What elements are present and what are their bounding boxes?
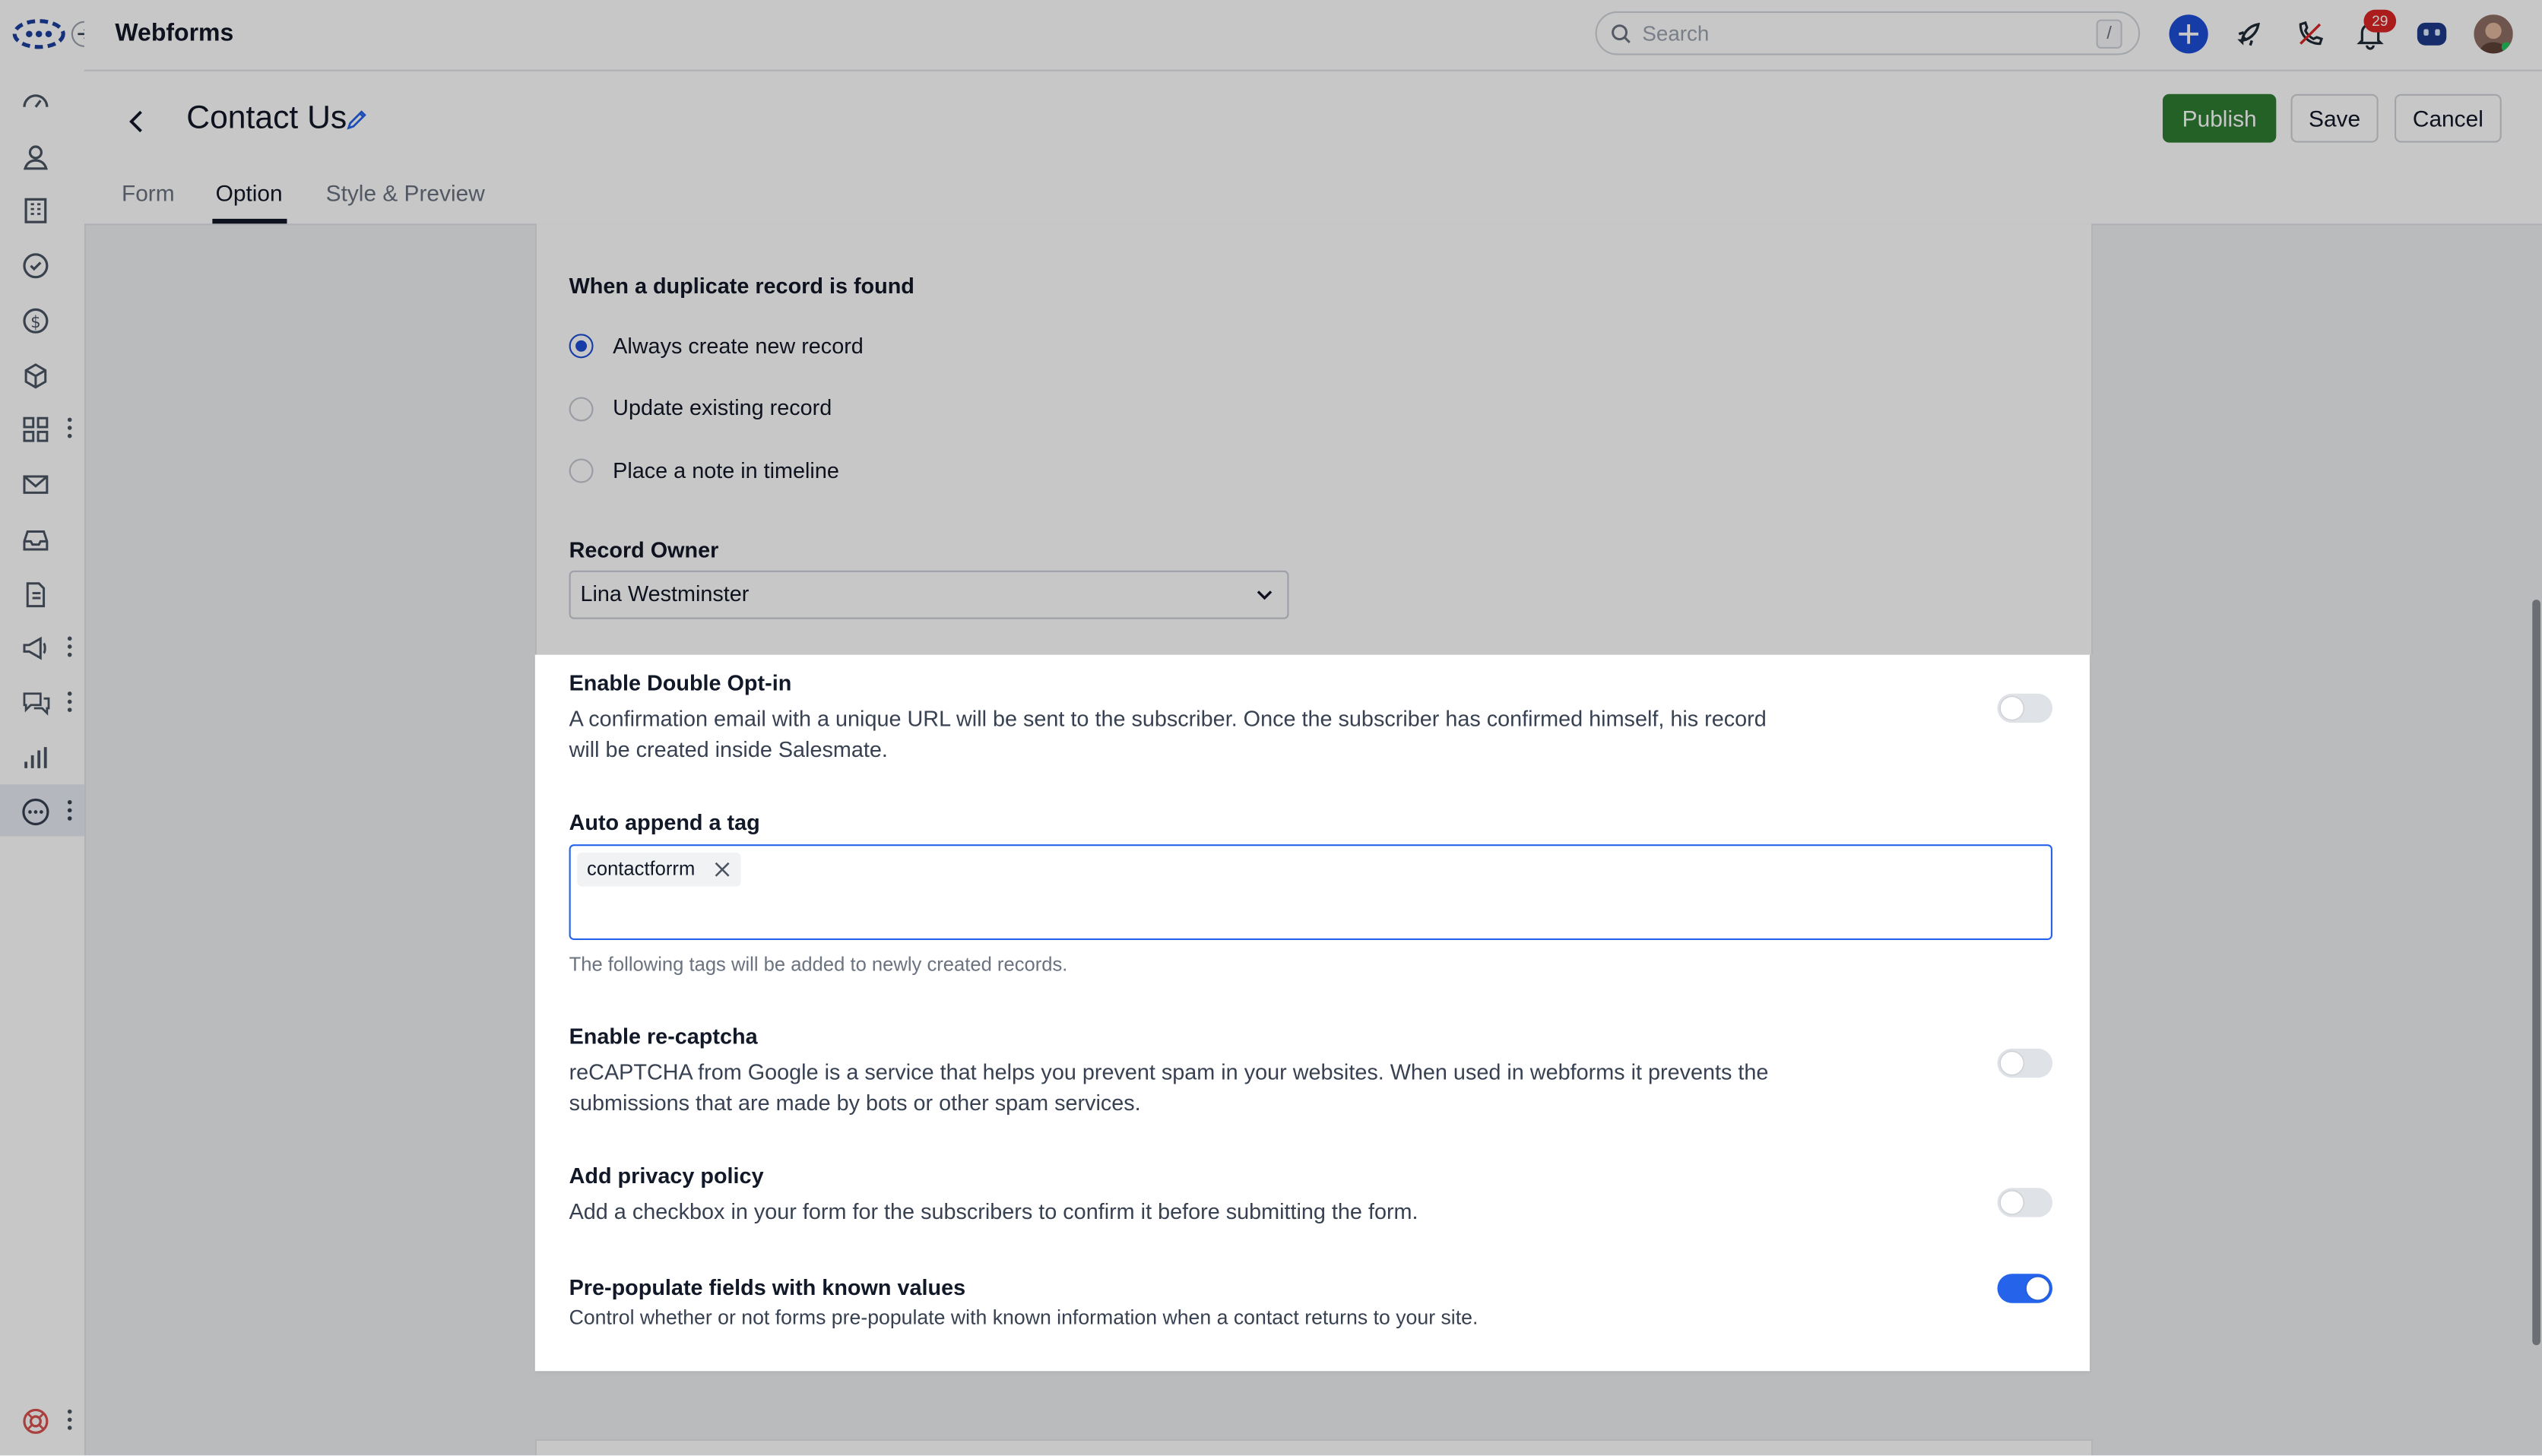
radio-always-create[interactable]: [569, 334, 594, 359]
prepopulate-description: Control whether or not forms pre-populat…: [569, 1306, 1479, 1329]
sidebar-item-products[interactable]: [0, 349, 84, 400]
sidebar-item-contacts[interactable]: [0, 130, 84, 182]
duplicate-heading: When a duplicate record is found: [569, 274, 914, 299]
radio-update-existing[interactable]: [569, 397, 594, 422]
more-icon: [22, 798, 49, 826]
double-optin-description: A confirmation email with a unique URL w…: [569, 706, 1767, 762]
contacts-icon: [23, 145, 48, 170]
close-icon[interactable]: [713, 860, 731, 878]
search-icon: [1612, 24, 1631, 43]
help-icon: [23, 1408, 49, 1434]
back-arrow-icon[interactable]: [120, 106, 153, 138]
logo-icon[interactable]: [11, 16, 67, 52]
tag-input[interactable]: contactforrm: [569, 844, 2052, 940]
more-vertical-icon[interactable]: [65, 635, 74, 658]
search-shortcut: /: [2096, 19, 2122, 49]
svg-text:$: $: [30, 313, 41, 332]
privacy-title: Add privacy policy: [569, 1163, 764, 1189]
email-icon: [23, 475, 49, 494]
more-vertical-icon[interactable]: [65, 691, 74, 714]
prepopulate-toggle[interactable]: [1997, 1274, 2052, 1303]
sidebar-item-more[interactable]: [0, 784, 84, 837]
rocket-icon[interactable]: [2231, 14, 2270, 53]
settings-panel: Enable Double Opt-in A confirmation emai…: [534, 654, 2090, 1372]
assistant-icon[interactable]: [2412, 14, 2451, 53]
user-avatar[interactable]: [2474, 14, 2513, 54]
chat-icon: [23, 692, 50, 716]
avatar-icon: [2474, 14, 2513, 54]
sidebar-item-sequences[interactable]: [0, 567, 84, 619]
sidebar-item-help[interactable]: [0, 1394, 84, 1445]
search-placeholder: Search: [1642, 21, 1710, 46]
sidebar-item-dashboard[interactable]: [0, 74, 84, 126]
radio-label-update-existing: Update existing record: [613, 395, 832, 420]
radio-place-note[interactable]: [569, 458, 594, 483]
privacy-description: Add a checkbox in your form for the subs…: [569, 1199, 1418, 1224]
tab-form[interactable]: Form: [122, 180, 175, 206]
save-button[interactable]: Save: [2290, 93, 2379, 143]
tab-style-preview[interactable]: Style & Preview: [326, 180, 485, 206]
recaptcha-title: Enable re-captcha: [569, 1024, 758, 1049]
quick-add-button[interactable]: [2169, 14, 2208, 54]
recaptcha-description: reCAPTCHA from Google is a service that …: [569, 1059, 1769, 1116]
sidebar-item-email[interactable]: [0, 457, 84, 508]
products-icon: [24, 363, 47, 389]
sidebar-item-chat[interactable]: [0, 676, 84, 727]
sidebar-item-inbox[interactable]: [0, 512, 84, 564]
sidebar-item-deals[interactable]: $: [0, 293, 84, 345]
more-vertical-icon[interactable]: [65, 416, 74, 439]
deals-icon: $: [23, 308, 49, 334]
page-title: Contact Us: [186, 100, 347, 137]
companies-icon: [24, 198, 47, 223]
cancel-button[interactable]: Cancel: [2394, 93, 2502, 143]
record-owner-value: Lina Westminster: [580, 581, 750, 606]
app-window: $ Webforms Search / 29 Contact Us Publis…: [0, 0, 2542, 1456]
plus-icon: [2179, 24, 2198, 44]
more-vertical-icon[interactable]: [65, 1408, 74, 1431]
notification-badge: 29: [2363, 9, 2397, 33]
next-card: [534, 1439, 2094, 1456]
tasks-icon: [23, 253, 49, 279]
apps-icon: [23, 416, 49, 442]
prepopulate-title: Pre-populate fields with known values: [569, 1275, 966, 1300]
campaigns-icon: [23, 636, 46, 660]
auto-tag-hint: The following tags will be added to newl…: [569, 953, 1068, 976]
sidebar-item-tasks[interactable]: [0, 239, 84, 290]
sidebar-item-apps[interactable]: [0, 402, 84, 454]
top-bar: Webforms Search / 29: [84, 0, 2542, 71]
double-optin-toggle[interactable]: [1997, 693, 2052, 723]
search-input[interactable]: Search /: [1595, 11, 2141, 55]
inbox-icon: [23, 530, 49, 551]
more-vertical-icon[interactable]: [65, 799, 74, 821]
double-optin-title: Enable Double Opt-in: [569, 670, 792, 695]
chevron-down-icon: [1257, 590, 1273, 600]
recaptcha-toggle[interactable]: [1997, 1048, 2052, 1078]
tag-chip: contactforrm: [577, 852, 740, 887]
active-tab-indicator: [212, 218, 287, 224]
sidebar-item-campaigns[interactable]: [0, 621, 84, 673]
record-owner-select[interactable]: Lina Westminster: [569, 570, 1289, 619]
sidebar-item-reports[interactable]: [0, 731, 84, 783]
page-header: Contact Us Publish Save Cancel Form Opti…: [84, 71, 2542, 226]
sidebar: $: [0, 0, 97, 1456]
auto-tag-title: Auto append a tag: [569, 810, 760, 835]
dashboard-icon: [23, 94, 49, 108]
publish-button[interactable]: Publish: [2163, 93, 2277, 143]
radio-label-place-note: Place a note in timeline: [613, 458, 839, 483]
phone-icon[interactable]: [2291, 14, 2330, 53]
reports-icon: [24, 747, 47, 768]
radio-label-always-create: Always create new record: [613, 334, 864, 359]
app-title: Webforms: [115, 19, 234, 47]
edit-pencil-icon[interactable]: [344, 107, 369, 133]
tab-option[interactable]: Option: [216, 180, 283, 206]
record-owner-label: Record Owner: [569, 538, 719, 563]
sequences-icon: [26, 582, 46, 608]
tag-chip-label: contactforrm: [587, 857, 696, 881]
privacy-toggle[interactable]: [1997, 1188, 2052, 1217]
sidebar-item-companies[interactable]: [0, 183, 84, 235]
scrollbar[interactable]: [2532, 600, 2540, 1346]
